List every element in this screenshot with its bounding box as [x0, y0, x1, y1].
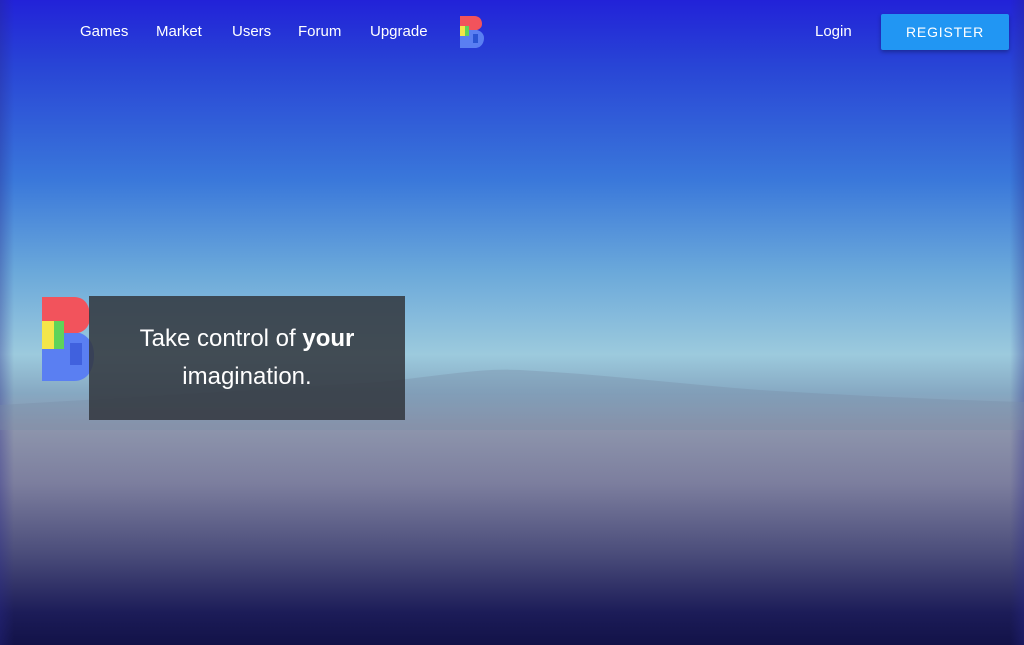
- tagline-text-end: imagination.: [182, 363, 312, 390]
- nav-link-games[interactable]: Games: [80, 22, 128, 42]
- letter-b-logo-icon: [42, 297, 94, 381]
- hero-tagline: Take control of your imagination.: [140, 320, 355, 396]
- top-navigation: Games Market Users Forum Upgrade Login R…: [0, 0, 1024, 64]
- letter-b-logo-icon[interactable]: [460, 16, 484, 48]
- hero-tagline-box: Take control of your imagination.: [89, 296, 405, 420]
- login-link[interactable]: Login: [815, 22, 852, 42]
- tagline-emphasis: your: [302, 325, 355, 352]
- register-button[interactable]: REGISTER: [881, 14, 1009, 50]
- nav-link-forum[interactable]: Forum: [298, 22, 341, 42]
- landing-page: Games Market Users Forum Upgrade Login R…: [0, 0, 1024, 645]
- nav-link-users[interactable]: Users: [232, 22, 271, 42]
- tagline-text-start: Take control of: [139, 325, 303, 352]
- nav-link-market[interactable]: Market: [156, 22, 202, 42]
- nav-link-upgrade[interactable]: Upgrade: [370, 22, 428, 42]
